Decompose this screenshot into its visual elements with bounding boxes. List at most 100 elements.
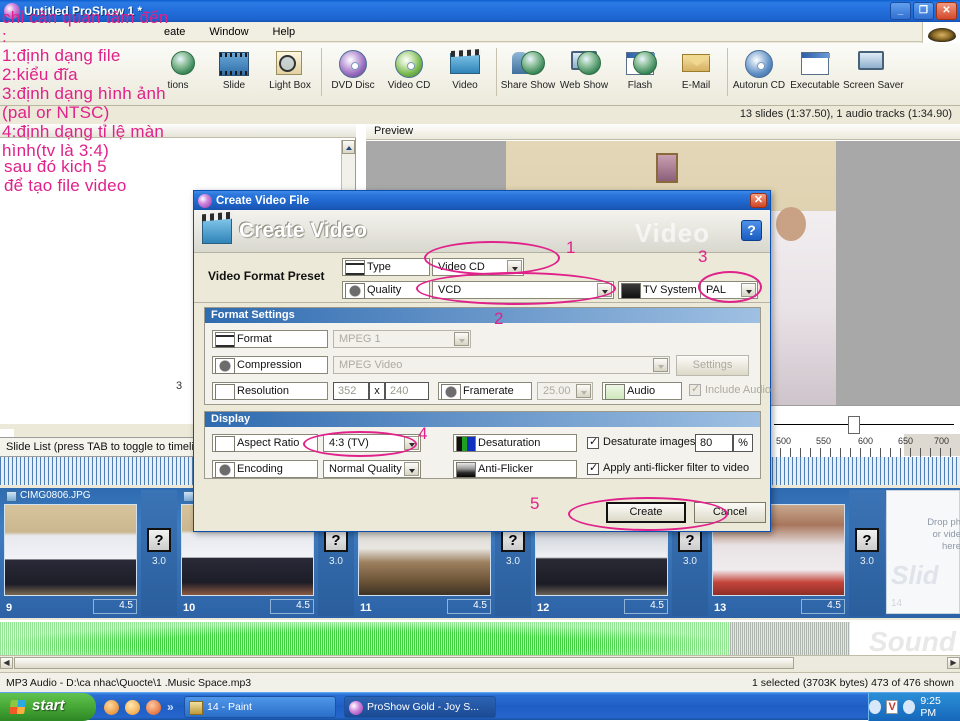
taskbar-item-paint[interactable]: 14 - Paint: [184, 696, 336, 718]
toolbar-label: Screen Saver: [843, 80, 904, 91]
transition-icon[interactable]: ?: [147, 528, 171, 552]
picture-frame: [656, 153, 678, 183]
toolbar-button-slide[interactable]: Slide: [206, 48, 262, 91]
toolbar-button-autorun-cd[interactable]: Autorun CD: [731, 48, 787, 91]
taskbar-item-label: 14 - Paint: [207, 701, 252, 713]
menu-item-help[interactable]: Help: [269, 24, 300, 40]
aspect-ratio-icon: [215, 436, 235, 452]
slide-item-9[interactable]: CIMG0806.JPG 9 4.5: [2, 490, 139, 616]
chevron-down-icon[interactable]: [653, 358, 668, 372]
encoding-label: Encoding: [212, 460, 318, 478]
help-button[interactable]: ?: [741, 220, 762, 241]
slide-duration[interactable]: 4.5: [93, 599, 137, 614]
format-value: MPEG 1: [339, 333, 381, 345]
dialog-close-button[interactable]: ✕: [750, 193, 767, 208]
resolution-width-input[interactable]: 352: [333, 382, 369, 400]
scroll-up-button[interactable]: [342, 140, 355, 154]
anti-flicker-filter-checkbox[interactable]: [587, 461, 599, 475]
person-head: [776, 207, 806, 241]
annotation-ellipse-4: [303, 431, 417, 457]
toolbar-button-video-cd[interactable]: Video CD: [381, 48, 437, 91]
format-combo[interactable]: MPEG 1: [333, 330, 471, 348]
toolbar-separator: [727, 48, 728, 96]
transition-duration[interactable]: 3.0: [849, 556, 885, 567]
desaturate-images-checkbox[interactable]: [587, 435, 599, 449]
transition-item-1[interactable]: ? 3.0: [141, 490, 177, 616]
transition-duration[interactable]: 3.0: [318, 556, 354, 567]
dialog-titlebar: Create Video File: [194, 191, 770, 210]
preset-section-label: Video Format Preset: [208, 269, 325, 283]
taskbar-item-proshow[interactable]: ProShow Gold - Joy S...: [344, 696, 496, 718]
transition-icon[interactable]: ?: [855, 528, 879, 552]
transition-duration[interactable]: 3.0: [495, 556, 531, 567]
resolution-height-input[interactable]: 240: [385, 382, 429, 400]
framerate-combo[interactable]: 25.00: [537, 382, 593, 400]
menu-item-window[interactable]: Window: [205, 24, 252, 40]
tray-chevron-icon[interactable]: [869, 700, 882, 714]
compression-combo[interactable]: MPEG Video: [333, 356, 670, 374]
drop-zone[interactable]: Drop ph or vide here Slid 14: [886, 490, 960, 614]
slide-duration[interactable]: 4.5: [801, 599, 845, 614]
encoding-combo[interactable]: Normal Quality: [323, 460, 421, 478]
restore-button[interactable]: ❐: [913, 2, 934, 20]
compression-label-text: Compression: [237, 359, 302, 371]
quicklaunch-icon-1[interactable]: [104, 699, 119, 715]
chevron-down-icon[interactable]: [404, 462, 419, 476]
transition-duration[interactable]: 3.0: [672, 556, 708, 567]
toolbar-button-share-show[interactable]: Share Show: [500, 48, 556, 91]
toolbar-label: Share Show: [500, 80, 556, 91]
tray-volume-icon[interactable]: [903, 700, 916, 714]
toolbar-button-email[interactable]: E-Mail: [668, 48, 724, 91]
ruler-handle[interactable]: [848, 416, 860, 434]
chevron-right-icon[interactable]: »: [167, 700, 174, 714]
toolbar-button-light-box[interactable]: Light Box: [262, 48, 318, 91]
settings-button[interactable]: Settings: [676, 355, 749, 376]
status-selection-info: 1 selected (3703K bytes) 473 of 476 show…: [752, 677, 954, 689]
start-button[interactable]: start: [0, 693, 96, 721]
include-audio-checkbox[interactable]: [689, 382, 701, 396]
slide-filename-text: CIMG0806.JPG: [20, 490, 91, 501]
scrollbar-thumb[interactable]: [14, 657, 794, 669]
transition-duration[interactable]: 3.0: [141, 556, 177, 567]
chevron-down-icon[interactable]: [454, 332, 469, 346]
slide-duration[interactable]: 4.5: [270, 599, 314, 614]
desaturate-value-input[interactable]: 80: [695, 434, 733, 452]
toolbar-button-screen-saver[interactable]: Screen Saver: [843, 48, 904, 91]
lightbox-icon: [273, 48, 307, 78]
web-show-icon: [567, 48, 601, 78]
transition-item-5[interactable]: ? 3.0: [849, 490, 885, 616]
toolbar-button-executable[interactable]: Executable: [787, 48, 843, 91]
horizontal-scrollbar[interactable]: ◀ ▶: [0, 655, 960, 670]
audio-wave-icon: [605, 384, 625, 400]
slide-duration[interactable]: 4.5: [624, 599, 668, 614]
close-button[interactable]: ✕: [936, 2, 957, 20]
toolbar-button-dvd-disc[interactable]: DVD Disc: [325, 48, 381, 91]
window-controls: _ ❐ ✕: [890, 2, 960, 20]
audio-label: Audio: [602, 382, 682, 400]
quicklaunch-icon-3[interactable]: [146, 699, 161, 715]
monitor-icon: [621, 283, 641, 299]
taskbar-clock[interactable]: 9:25 PM: [920, 695, 954, 719]
slide-footer: 11 4.5: [358, 598, 491, 614]
drop-zone-text: Drop ph or vide here: [891, 517, 960, 553]
slide-duration[interactable]: 4.5: [447, 599, 491, 614]
quicklaunch-icon-2[interactable]: [125, 699, 140, 715]
scroll-right-button[interactable]: ▶: [947, 657, 960, 669]
start-button-label: start: [32, 697, 65, 714]
drop-text-line2: or vide: [932, 529, 960, 540]
chevron-down-icon[interactable]: [576, 384, 591, 398]
list-row-number: 3: [176, 380, 183, 392]
tray-antivirus-icon[interactable]: V: [886, 700, 899, 714]
slide-thumbnail[interactable]: [4, 504, 137, 596]
scroll-left-button[interactable]: ◀: [0, 657, 13, 669]
minimize-button[interactable]: _: [890, 2, 911, 20]
toolbar-label: Flash: [627, 80, 653, 91]
soundtrack-watermark: Sound: [868, 626, 956, 657]
toolbar-button-flash[interactable]: Flash: [612, 48, 668, 91]
annotation-ellipse-2: [416, 272, 616, 305]
toolbar-button-video[interactable]: Video: [437, 48, 493, 91]
resolution-icon: [215, 384, 235, 400]
toolbar-button-web-show[interactable]: Web Show: [556, 48, 612, 91]
anti-flicker-filter-label: Apply anti-flicker filter to video: [603, 462, 750, 474]
show-info-text: 13 slides (1:37.50), 1 audio tracks (1:3…: [739, 108, 952, 120]
